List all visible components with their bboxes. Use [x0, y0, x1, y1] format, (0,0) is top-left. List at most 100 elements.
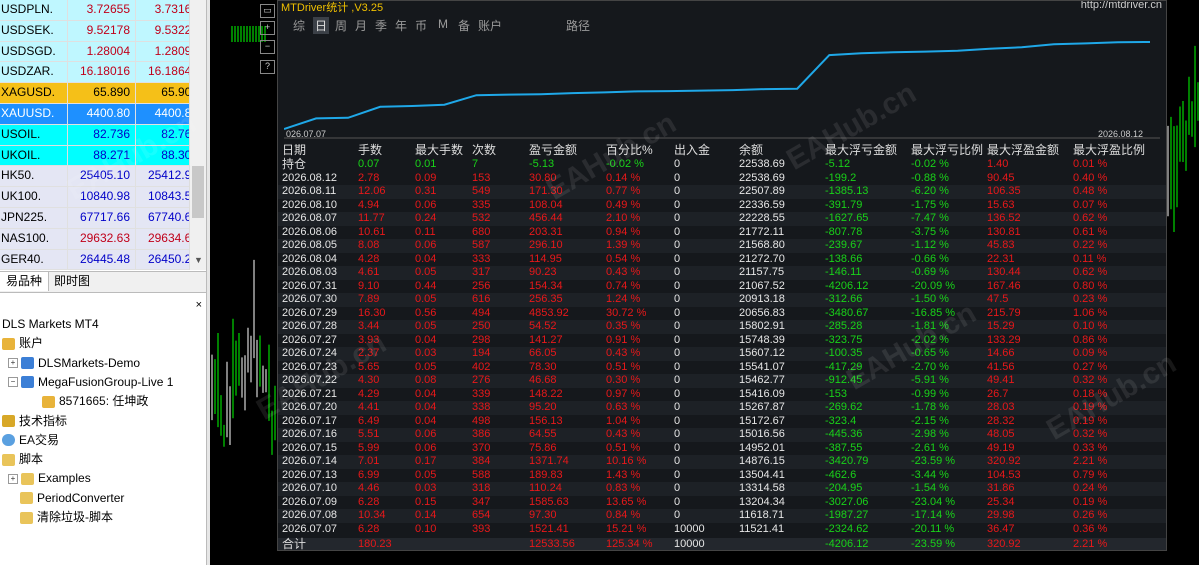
column-header[interactable]: 最大手数: [415, 143, 463, 158]
quote-row[interactable]: JPN225. 67717.66 67740.66: [0, 207, 206, 229]
tab-tick-chart[interactable]: 即时图: [48, 272, 96, 291]
table-cell: 5.99: [358, 441, 380, 454]
table-row[interactable]: 2026.07.31 9.10 0.44 256 154.34 0.74 % 0 21067.…: [278, 280, 1166, 294]
quote-row[interactable]: USOIL. 82.736 82.766: [0, 124, 206, 146]
table-row[interactable]: 2026.07.22 4.30 0.08 276 46.68 0.30 % 0 15462.7…: [278, 374, 1166, 388]
tab-symbols[interactable]: 易品种: [0, 272, 50, 291]
quote-row[interactable]: UKOIL. 88.271 88.301: [0, 145, 206, 167]
scroll-down-arrow-icon[interactable]: ▼: [190, 252, 207, 268]
quote-row[interactable]: USDPLN. 3.72655 3.73164: [0, 0, 206, 21]
table-row[interactable]: 2026.07.16 5.51 0.06 386 64.55 0.43 % 0 15016.5…: [278, 428, 1166, 442]
quote-row[interactable]: HK50. 25405.10 25412.90: [0, 166, 206, 188]
table-cell: 48.05: [987, 428, 1015, 440]
chart-tool-button[interactable]: +: [260, 21, 275, 35]
menu-item[interactable]: M: [438, 17, 448, 31]
scrollbar-thumb[interactable]: [192, 166, 204, 218]
table-row[interactable]: 2026.07.14 7.01 0.17 384 1371.74 10.16 % 0 1487…: [278, 455, 1166, 469]
table-row[interactable]: 2026.07.28 3.44 0.05 250 54.52 0.35 % 0 15802.9…: [278, 320, 1166, 334]
menu-item[interactable]: 币: [415, 17, 427, 34]
quote-row[interactable]: USDZAR. 16.18016 16.18645: [0, 62, 206, 84]
chart-tool-button[interactable]: ▭: [260, 4, 275, 18]
expand-toggle-icon[interactable]: −: [8, 377, 18, 388]
table-row[interactable]: 2026.07.07 6.28 0.10 393 1521.41 15.21 % 10000…: [278, 523, 1166, 537]
navigator-item[interactable]: 清除垃圾-脚本: [20, 508, 113, 527]
navigator-item[interactable]: + Examples: [8, 469, 91, 488]
quote-row[interactable]: NAS100. 29632.63 29634.63: [0, 228, 206, 250]
ea-icon: [2, 434, 15, 447]
menu-item[interactable]: 综: [293, 17, 305, 34]
table-row[interactable]: 2026.07.13 6.99 0.05 588 189.83 1.43 % 0 13504.…: [278, 469, 1166, 483]
table-row[interactable]: 2026.07.17 6.49 0.04 498 156.13 1.04 % 0 15172.…: [278, 415, 1166, 429]
navigator-item[interactable]: 脚本: [2, 450, 43, 469]
menu-item[interactable]: 季: [375, 17, 387, 34]
stats-window-url[interactable]: http://mtdriver.cn: [1081, 1, 1162, 11]
table-row[interactable]: 2026.08.12 2.78 0.09 153 30.80 0.14 % 0 22538.6…: [278, 172, 1166, 186]
menu-item[interactable]: 账户: [478, 17, 502, 34]
quote-row[interactable]: XAUUSD. 4400.80 4400.87: [0, 103, 206, 125]
table-row[interactable]: 2026.07.21 4.29 0.04 339 148.22 0.97 % 0 15416.…: [278, 388, 1166, 402]
chart-tool-button[interactable]: −: [260, 40, 275, 54]
quote-row[interactable]: USDSGD. 1.28004 1.28099: [0, 41, 206, 63]
menu-item[interactable]: 周: [335, 17, 347, 34]
table-row[interactable]: 2026.08.10 4.94 0.06 335 108.04 0.49 % 0 22336.…: [278, 199, 1166, 213]
table-row[interactable]: 2026.08.03 4.61 0.05 317 90.23 0.43 % 0 21157.7…: [278, 266, 1166, 280]
table-cell: 21067.52: [739, 279, 785, 292]
quote-symbol: USOIL.: [1, 126, 41, 141]
table-row[interactable]: 2026.08.04 4.28 0.04 333 114.95 0.54 % 0 21272.…: [278, 253, 1166, 267]
table-row[interactable]: 2026.07.09 6.28 0.15 347 1585.63 13.65 % 0 1320…: [278, 496, 1166, 510]
table-row[interactable]: 2026.07.08 10.34 0.14 654 97.30 0.84 % 0 11618.…: [278, 509, 1166, 523]
navigator-item[interactable]: PeriodConverter: [20, 489, 124, 508]
menu-item[interactable]: 月: [355, 17, 367, 34]
table-cell: 2026.07.09: [282, 495, 338, 508]
table-row[interactable]: 2026.07.30 7.89 0.05 616 256.35 1.24 % 0 20913.…: [278, 293, 1166, 307]
column-header[interactable]: 次数: [472, 143, 496, 158]
table-row[interactable]: 2026.07.29 16.30 0.56 494 4853.92 30.72 % 0 206…: [278, 307, 1166, 321]
table-cell: 0.03: [415, 347, 437, 359]
quote-row[interactable]: UK100. 10840.98 10843.58: [0, 187, 206, 208]
table-row[interactable]: 2026.08.07 11.77 0.24 532 456.44 2.10 % 0 22228…: [278, 212, 1166, 226]
menu-item[interactable]: 年: [395, 17, 407, 34]
table-cell: 2026.07.15: [282, 441, 338, 454]
table-row[interactable]: 2026.07.23 5.65 0.05 402 78.30 0.51 % 0 15541.0…: [278, 361, 1166, 375]
column-header[interactable]: 手数: [358, 143, 382, 158]
column-header[interactable]: 最大浮盈金额: [987, 143, 1059, 158]
table-row[interactable]: 2026.07.15 5.99 0.06 370 75.86 0.51 % 0 14952.0…: [278, 442, 1166, 456]
column-header[interactable]: 最大浮亏比例: [911, 143, 983, 158]
table-row[interactable]: 2026.07.20 4.41 0.04 338 95.20 0.63 % 0 15267.8…: [278, 401, 1166, 415]
table-cell: 49.41: [987, 374, 1015, 386]
menu-item[interactable]: 路径: [566, 17, 590, 34]
navigator-item[interactable]: 8571665: 任坤政: [42, 392, 148, 411]
expand-toggle-icon[interactable]: +: [8, 473, 18, 484]
table-cell: 256: [472, 279, 491, 292]
navigator-item[interactable]: 账户: [2, 334, 43, 353]
column-header[interactable]: 盈亏金额: [529, 143, 577, 158]
navigator-item[interactable]: DLS Markets MT4: [2, 315, 99, 334]
quotes-scrollbar[interactable]: ▼: [189, 0, 207, 270]
menu-item[interactable]: 日: [313, 17, 330, 34]
help-icon[interactable]: ?: [260, 60, 275, 74]
column-header[interactable]: 最大浮亏金额: [825, 143, 897, 158]
navigator-item[interactable]: + DLSMarkets-Demo: [8, 354, 140, 373]
navigator-item[interactable]: EA交易: [2, 431, 59, 450]
table-cell: 370: [472, 441, 491, 454]
quote-row[interactable]: GER40. 26445.48 26450.28: [0, 249, 206, 271]
column-header[interactable]: 最大浮盈比例: [1073, 143, 1145, 158]
navigator-item[interactable]: 技术指标: [2, 412, 67, 431]
close-icon[interactable]: ×: [196, 299, 202, 311]
column-header[interactable]: 百分比%: [606, 143, 653, 158]
navigator-item[interactable]: − MegaFusionGroup-Live 1: [8, 373, 173, 392]
quote-row[interactable]: USDSEK. 9.52178 9.53222: [0, 20, 206, 42]
expand-toggle-icon[interactable]: +: [8, 358, 18, 369]
table-row[interactable]: 2026.07.10 4.46 0.03 318 110.24 0.83 % 0 13314.…: [278, 482, 1166, 496]
table-row[interactable]: 2026.08.05 8.08 0.06 587 296.10 1.39 % 0 21568.…: [278, 239, 1166, 253]
table-row[interactable]: 2026.07.24 2.37 0.03 194 66.05 0.43 % 0 15607.1…: [278, 347, 1166, 361]
table-row[interactable]: 2026.08.06 10.61 0.11 680 203.31 0.94 % 0 21772…: [278, 226, 1166, 240]
table-row[interactable]: 2026.07.27 3.93 0.04 298 141.27 0.91 % 0 15748.…: [278, 334, 1166, 348]
column-header[interactable]: 出入金: [674, 143, 710, 158]
column-header[interactable]: 日期: [282, 143, 306, 158]
menu-item[interactable]: 备: [458, 17, 470, 34]
table-cell: 0.43 %: [606, 428, 641, 440]
quote-row[interactable]: XAGUSD. 65.890 65.906: [0, 83, 206, 104]
table-row[interactable]: 2026.08.11 12.06 0.31 549 171.30 0.77 % 0 22507…: [278, 185, 1166, 199]
column-header[interactable]: 余额: [739, 143, 763, 158]
